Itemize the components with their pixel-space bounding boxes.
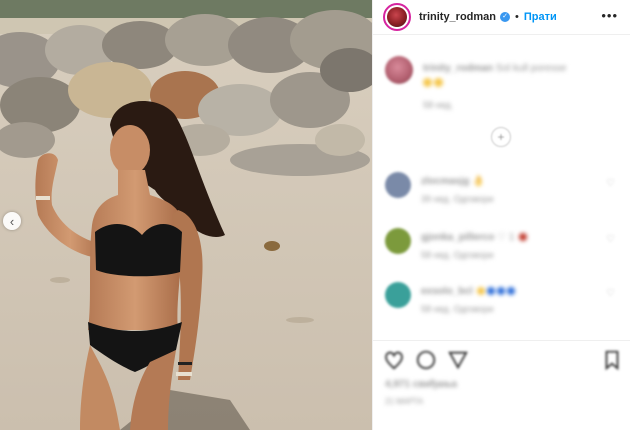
caption-text: trinity_rodman Sol kull poresse bbox=[423, 62, 623, 90]
post-photo[interactable] bbox=[0, 0, 372, 430]
caption-username[interactable]: trinity_rodman bbox=[423, 63, 493, 74]
comment-avatar[interactable] bbox=[385, 228, 411, 254]
share-icon[interactable] bbox=[447, 349, 469, 371]
load-more-comments-button[interactable]: + bbox=[491, 127, 511, 147]
emoji-icon bbox=[423, 77, 432, 87]
separator: • bbox=[515, 11, 519, 23]
post-timestamp: 21 МАРТА bbox=[385, 397, 424, 406]
follow-button[interactable]: Прати bbox=[524, 11, 557, 23]
caption-body: Sol kull poresse bbox=[495, 63, 567, 74]
plus-icon: + bbox=[497, 130, 505, 144]
verified-badge-icon: ✓ bbox=[500, 12, 511, 22]
avatar[interactable] bbox=[383, 3, 411, 31]
emoji-icon bbox=[487, 287, 496, 296]
caption-meta: 58 нед. bbox=[423, 100, 454, 110]
emoji-icon bbox=[507, 287, 516, 296]
emoji-icon bbox=[519, 233, 528, 242]
heart-icon[interactable]: ♡ bbox=[606, 288, 615, 299]
bookmark-icon[interactable] bbox=[601, 349, 623, 371]
action-bar: 4,971 свиђања 21 МАРТА bbox=[373, 340, 630, 431]
more-options-icon[interactable]: ••• bbox=[601, 8, 618, 23]
emoji-icon bbox=[477, 287, 486, 296]
avatar-image bbox=[387, 7, 407, 27]
heart-icon[interactable]: ♡ bbox=[606, 234, 615, 245]
comment-item: exsolo_bcl 58 нед. Одговори ♡ bbox=[385, 282, 621, 322]
emoji-icon bbox=[497, 287, 506, 296]
comment-meta: 58 нед. Одговори bbox=[421, 304, 494, 314]
comment-icon[interactable] bbox=[415, 349, 437, 371]
comment-item: gjonka_pillerco ♡ 1 58 нед. Одговори ♡ bbox=[385, 228, 621, 268]
comment-meta: 39 нед. Одговори bbox=[421, 194, 494, 204]
like-icon[interactable] bbox=[383, 349, 405, 371]
previous-photo-button[interactable]: ‹ bbox=[3, 212, 21, 230]
likes-count[interactable]: 4,971 свиђања bbox=[385, 379, 457, 390]
username-link[interactable]: trinity_rodman bbox=[419, 11, 496, 23]
comment-text: zlocmasjg 👌 bbox=[421, 176, 485, 187]
caption-avatar[interactable] bbox=[385, 56, 413, 84]
post-sidebar: trinity_rodman ✓ • Прати ••• trinity_rod… bbox=[372, 0, 630, 430]
comment-item: zlocmasjg 👌 39 нед. Одговори ♡ bbox=[385, 172, 621, 212]
comment-text: gjonka_pillerco ♡ 1 bbox=[421, 232, 528, 243]
comment-text: exsolo_bcl bbox=[421, 286, 516, 297]
comment-avatar[interactable] bbox=[385, 172, 411, 198]
heart-icon[interactable]: ♡ bbox=[606, 178, 615, 189]
comment-meta: 58 нед. Одговори bbox=[421, 250, 494, 260]
chevron-left-icon: ‹ bbox=[9, 213, 15, 229]
emoji-icon bbox=[434, 77, 443, 87]
comment-avatar[interactable] bbox=[385, 282, 411, 308]
post-header: trinity_rodman ✓ • Прати ••• bbox=[373, 0, 630, 35]
